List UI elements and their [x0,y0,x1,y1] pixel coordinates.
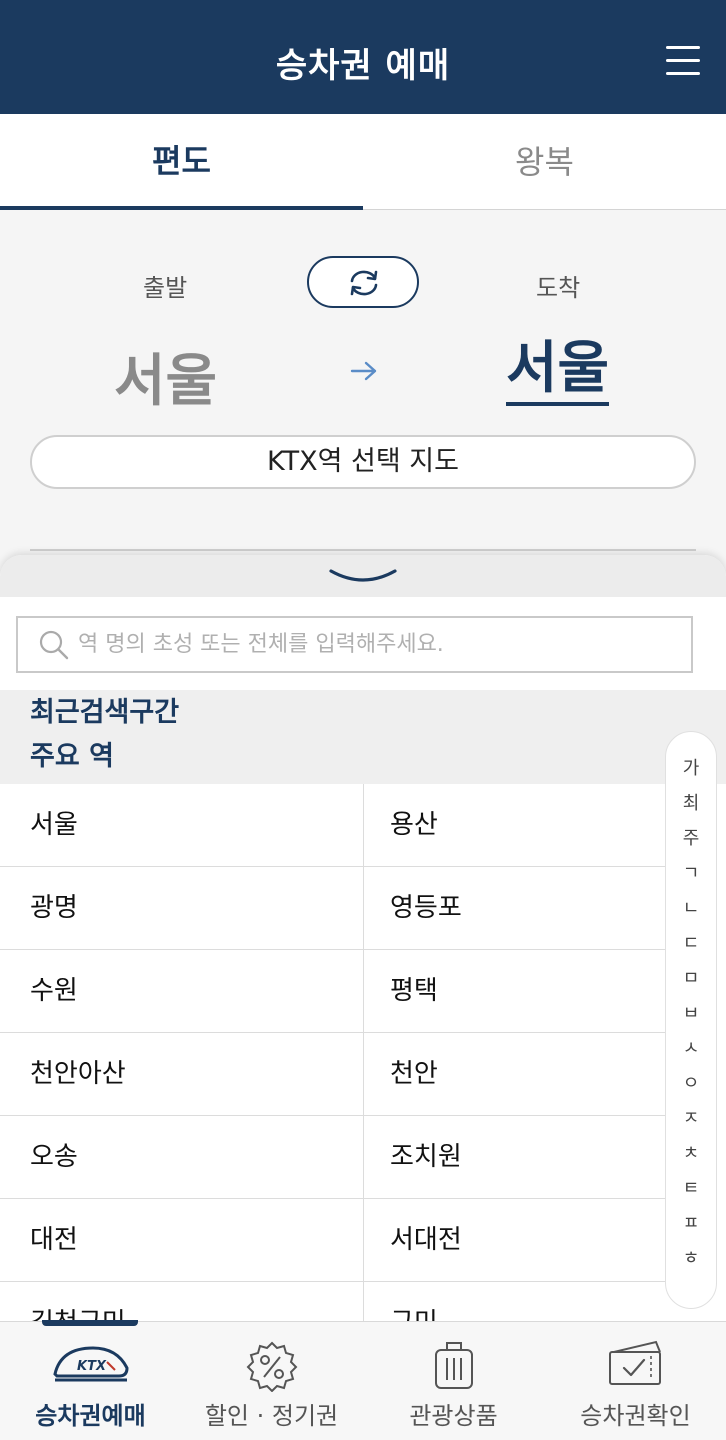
station-item[interactable]: 수원 [30,950,363,1033]
nav-discount-pass[interactable]: 할인 · 정기권 [181,1322,362,1440]
nav-label: 할인 · 정기권 [204,1402,339,1430]
station-item[interactable]: 천안아산 [30,1033,363,1116]
swap-icon [350,270,378,296]
hamburger-menu-icon[interactable] [666,44,700,78]
arrival-station[interactable]: 서울 [506,336,610,406]
station-item[interactable]: 용산 [390,784,660,867]
index-item[interactable]: ㅅ [666,1034,716,1060]
table-row: 수원 평택 [0,950,726,1033]
search-icon [39,630,69,660]
index-item[interactable]: ㅍ [666,1209,716,1235]
table-row: 서울 용산 [0,784,726,867]
index-item[interactable]: ㅊ [666,1139,716,1165]
index-item[interactable]: ㄷ [666,929,716,955]
index-item[interactable]: ㄱ [666,859,716,885]
consonant-index-bar[interactable]: 가 최 주 ㄱ ㄴ ㄷ ㅁ ㅂ ㅅ ㅇ ㅈ ㅊ ㅌ ㅍ ㅎ [665,731,717,1309]
index-item[interactable]: ㅈ [666,1104,716,1130]
station-item[interactable]: 김천구미 [30,1282,363,1321]
station-item[interactable]: 천안 [390,1033,660,1116]
table-row: 대전 서대전 [0,1199,726,1282]
sheet-handle-bar[interactable] [0,555,726,597]
major-station-list: 서울 용산 광명 영등포 수원 평택 천안아산 천안 오송 조치원 대전 서대전 [0,784,726,1321]
table-row: 오송 조치원 [0,1116,726,1199]
station-item[interactable]: 대전 [30,1199,363,1282]
ktx-train-icon: KTX [52,1346,129,1382]
major-stations-section: 주요 역 [0,734,726,784]
index-item[interactable]: 최 [666,789,716,815]
station-item[interactable]: 서대전 [390,1199,660,1282]
station-search-box [16,616,693,673]
index-item[interactable]: ㅇ [666,1069,716,1095]
tab-round-trip[interactable]: 왕복 [363,114,726,210]
table-row: 김천구미 구미 [0,1282,726,1321]
trip-type-tabs: 편도 왕복 [0,114,726,210]
station-search-input[interactable] [78,618,678,671]
station-item[interactable]: 영등포 [390,867,660,950]
station-picker-sheet: 최근검색구간 주요 역 서울 용산 광명 영등포 수원 평택 천안아산 [0,555,726,1321]
departure-label: 출발 [143,274,188,302]
ticket-check-icon [608,1340,661,1385]
page: 승차권 예매 편도 왕복 출발 도착 서울 서울 KTX역 선택 지도 역 명의… [0,0,726,1440]
nav-ticket-booking[interactable]: KTX 승차권예매 [0,1322,181,1440]
index-item[interactable]: 가 [666,754,716,780]
recent-search-heading: 최근검색구간 [30,697,180,728]
swap-stations-button[interactable] [307,256,419,308]
app-header: 승차권 예매 [0,0,726,114]
major-stations-heading: 주요 역 [30,741,114,772]
page-title: 승차권 예매 [275,46,451,86]
index-item[interactable]: ㅁ [666,964,716,990]
station-item[interactable]: 광명 [30,867,363,950]
svg-text:KTX: KTX [77,1359,107,1374]
index-item[interactable]: ㅌ [666,1174,716,1200]
discount-badge-icon [246,1341,297,1392]
index-item[interactable]: 주 [666,824,716,850]
route-selector: 출발 도착 서울 서울 KTX역 선택 지도 [0,210,726,555]
station-item[interactable]: 조치원 [390,1116,660,1199]
ktx-station-map-button[interactable]: KTX역 선택 지도 [30,435,696,489]
arrival-label: 도착 [536,274,581,302]
nav-ticket-check[interactable]: 승차권확인 [545,1322,726,1440]
nav-label: 승차권확인 [580,1402,691,1430]
station-item[interactable]: 오송 [30,1116,363,1199]
station-item[interactable]: 서울 [30,784,363,867]
station-item[interactable]: 구미 [390,1282,660,1321]
chevron-down-icon[interactable] [328,567,398,587]
index-item[interactable]: ㅎ [666,1244,716,1270]
index-item[interactable]: ㅂ [666,999,716,1025]
luggage-icon [434,1342,473,1389]
table-row: 천안아산 천안 [0,1033,726,1116]
bottom-navigation: KTX 승차권예매 할인 · 정기권 관광상품 승차권확인 [0,1320,726,1440]
tab-one-way[interactable]: 편도 [0,114,363,210]
divider [30,549,696,551]
index-item[interactable]: ㄴ [666,894,716,920]
table-row: 광명 영등포 [0,867,726,950]
nav-tour-products[interactable]: 관광상품 [363,1322,544,1440]
nav-label: 승차권예매 [35,1402,146,1430]
station-item[interactable]: 평택 [390,950,660,1033]
departure-station[interactable]: 서울 [114,336,217,417]
recent-search-section[interactable]: 최근검색구간 [0,690,726,734]
arrow-right-icon [350,361,377,381]
nav-label: 관광상품 [409,1402,498,1430]
